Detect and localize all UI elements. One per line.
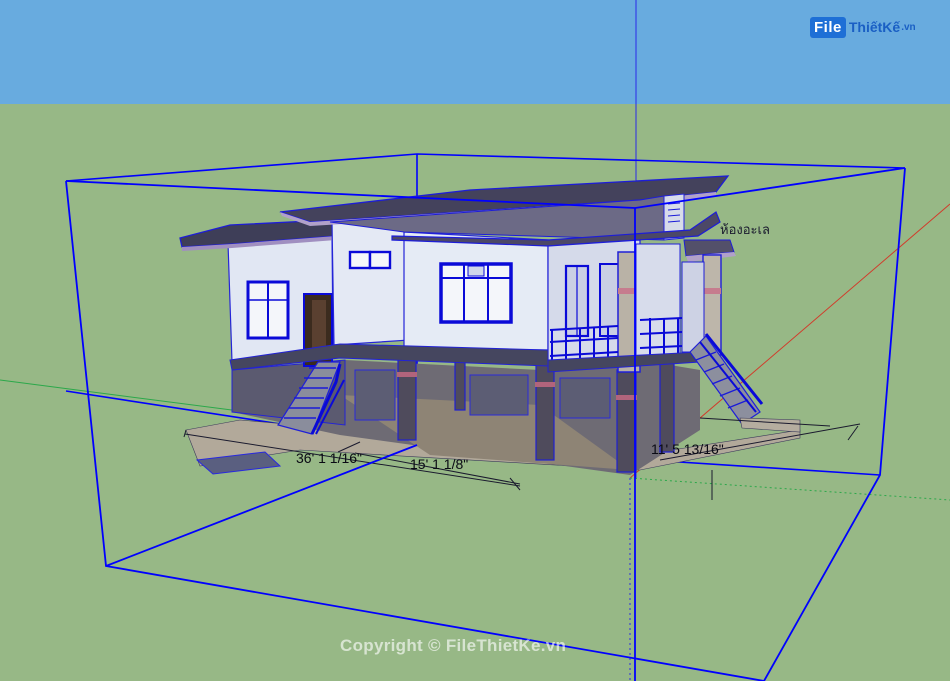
dimension-height[interactable]: 11' 5 13/16" bbox=[651, 441, 724, 457]
site-logo: File ThiếtKế .vn bbox=[810, 14, 916, 40]
sketchup-viewport[interactable]: 36' 1 1/16" 15' 1 1/8" 11' 5 13/16" ห้อง… bbox=[0, 0, 950, 681]
logo-name-text: ThiếtKế bbox=[848, 19, 901, 35]
room-text-label[interactable]: ห้องอะเล bbox=[720, 219, 770, 240]
dimension-span[interactable]: 15' 1 1/8" bbox=[410, 456, 468, 472]
3d-scene[interactable] bbox=[0, 0, 950, 681]
middle-wall bbox=[331, 214, 411, 346]
logo-tld-text: .vn bbox=[901, 21, 916, 33]
copyright-watermark: Copyright © FileThietKe.vn bbox=[340, 636, 567, 655]
dimension-overall-length[interactable]: 36' 1 1/16" bbox=[296, 450, 362, 466]
main-wall bbox=[403, 231, 549, 351]
sky bbox=[0, 0, 950, 104]
logo-file-text: File bbox=[810, 16, 846, 38]
left-wing bbox=[227, 234, 334, 367]
